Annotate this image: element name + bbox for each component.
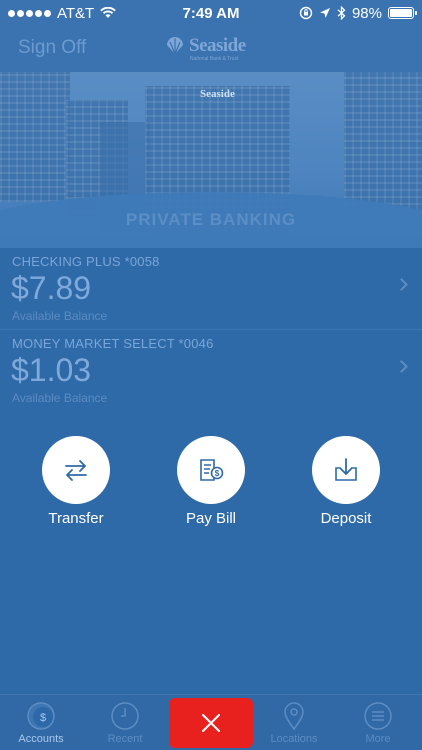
bank-logo: Seaside National Bank & Trust (165, 35, 246, 62)
account-balance-label: Available Balance (12, 391, 108, 405)
svg-text:$: $ (215, 469, 220, 478)
hero-title: PRIVATE BANKING (125, 210, 297, 229)
pay-bill-icon: $ (200, 459, 224, 481)
location-pin-icon (284, 702, 304, 731)
chevron-right-icon (395, 360, 408, 373)
tab-locations[interactable]: Locations (254, 695, 334, 750)
battery-percent: 98% (351, 4, 382, 22)
shell-logo-icon (167, 37, 183, 55)
transfer-icon (65, 460, 87, 481)
tab-label: More (365, 733, 391, 745)
building-image (344, 72, 422, 212)
status-bar: AT&T 7:49 AM 98% (0, 0, 422, 26)
svg-text:$: $ (40, 712, 46, 724)
status-right: 98% (299, 4, 417, 22)
rotation-lock-icon (299, 6, 313, 20)
bluetooth-icon (337, 6, 346, 20)
pay-bill-button[interactable]: $ Pay Bill (151, 436, 271, 527)
signal-strength-icon (8, 9, 51, 17)
battery-icon (388, 7, 417, 19)
more-icon (364, 702, 392, 730)
sign-off-button[interactable]: Sign Off (18, 37, 86, 59)
chevron-right-icon (395, 278, 408, 291)
status-left: AT&T (8, 4, 117, 22)
account-row[interactable]: MONEY MARKET SELECT *0046 $1.03 Availabl… (0, 330, 422, 412)
transfer-button[interactable]: Transfer (16, 436, 136, 527)
close-icon (202, 714, 220, 732)
tab-label: Accounts (18, 733, 64, 745)
tab-recent[interactable]: Recent (85, 695, 165, 750)
tab-accounts[interactable]: $ Accounts (1, 695, 81, 750)
location-arrow-icon (319, 8, 330, 18)
carrier-label: AT&T (57, 4, 95, 22)
building-image (0, 72, 70, 202)
building-sign: Seaside (200, 88, 235, 100)
accounts-list: CHECKING PLUS *0058 $7.89 Available Bala… (0, 248, 422, 412)
tab-label: Locations (270, 733, 318, 745)
tab-more[interactable]: More (338, 695, 418, 750)
account-balance-label: Available Balance (12, 309, 108, 323)
deposit-button[interactable]: Deposit (286, 436, 406, 527)
account-name: MONEY MARKET SELECT *0046 (12, 336, 214, 351)
account-row[interactable]: CHECKING PLUS *0058 $7.89 Available Bala… (0, 248, 422, 330)
deposit-icon (335, 458, 357, 481)
pay-bill-label: Pay Bill (185, 510, 237, 527)
wifi-icon (100, 7, 117, 18)
accounts-icon: $ (27, 702, 55, 730)
pay-bill-circle[interactable]: $ (177, 436, 245, 504)
clock-icon (111, 702, 139, 730)
account-balance: $1.03 (11, 352, 92, 388)
deposit-circle[interactable] (312, 436, 380, 504)
tab-label: Recent (107, 733, 143, 745)
nav-bar: Sign Off Seaside National Bank & Trust (0, 26, 422, 72)
close-button[interactable] (169, 698, 253, 748)
logo-subtext: National Bank & Trust (190, 56, 239, 62)
transfer-circle[interactable] (42, 436, 110, 504)
account-name: CHECKING PLUS *0058 (12, 254, 160, 269)
quick-actions: Transfer $ Pay Bill Deposit (0, 436, 422, 536)
deposit-label: Deposit (320, 510, 372, 527)
logo-text: Seaside (189, 35, 246, 56)
account-balance: $7.89 (11, 270, 92, 306)
battery-fill (390, 9, 412, 17)
transfer-label: Transfer (48, 510, 104, 527)
